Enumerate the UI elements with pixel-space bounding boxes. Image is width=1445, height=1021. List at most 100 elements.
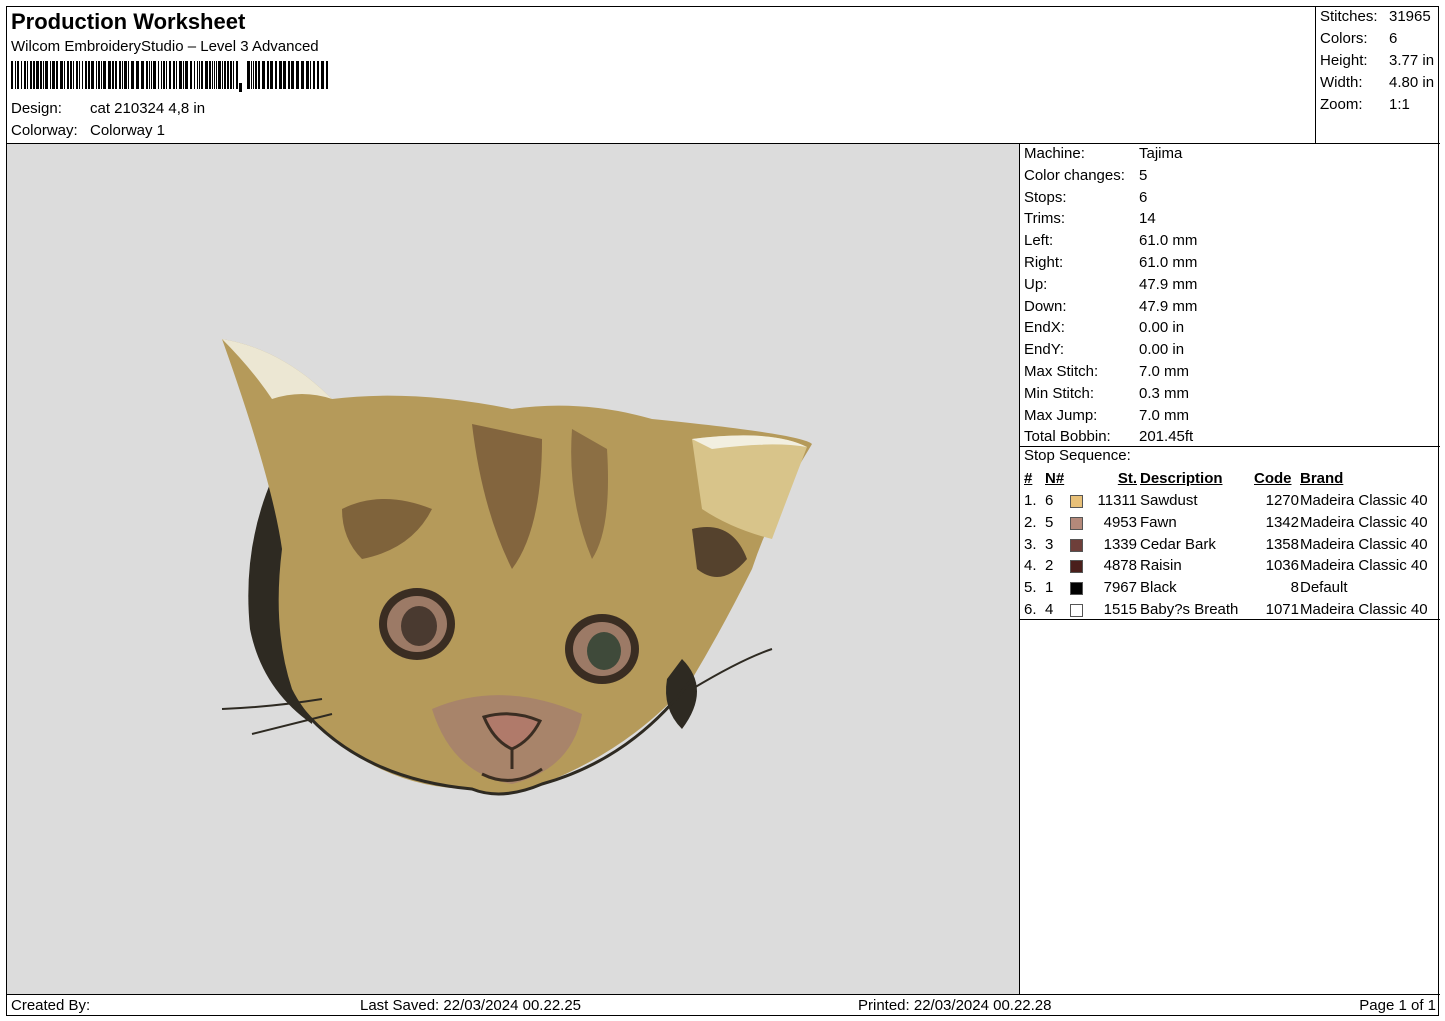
worksheet-footer: Created By: Last Saved: 22/03/2024 00.22… xyxy=(7,994,1440,1017)
detail-label: EndX: xyxy=(1024,319,1065,337)
color-swatch xyxy=(1070,582,1083,596)
detail-row: Max Jump: 7.0 mm xyxy=(1024,407,1189,424)
row-needle: 1 xyxy=(1045,579,1054,597)
summary-value: 4.80 in xyxy=(1389,74,1435,91)
header-n: N# xyxy=(1045,470,1065,487)
row-code: 1036 xyxy=(1265,557,1299,575)
detail-row: Up: 47.9 mm xyxy=(1024,276,1197,293)
created-by: Created By: xyxy=(11,997,91,1014)
row-needle: 6 xyxy=(1045,492,1054,509)
row-description: Black xyxy=(1140,579,1177,597)
row-code: 1071 xyxy=(1265,601,1299,618)
row-description: Sawdust xyxy=(1140,492,1198,509)
detail-value: 0.3 mm xyxy=(1139,384,1190,402)
row-brand: Madeira Classic 40 xyxy=(1300,535,1428,553)
row-needle: 3 xyxy=(1045,535,1054,553)
summary-row: Height: 3.77 in xyxy=(1320,52,1434,69)
header-num: # xyxy=(1024,470,1033,487)
summary-label: Zoom: xyxy=(1320,96,1363,113)
row-stitches: 4878 xyxy=(1103,557,1137,575)
detail-label: Min Stitch: xyxy=(1024,384,1095,402)
summary-value: 31965 xyxy=(1389,8,1431,25)
detail-label: Max Stitch: xyxy=(1024,363,1099,380)
stop-sequence-title: Stop Sequence: xyxy=(1024,447,1131,464)
design-value: cat 210324 4,8 in xyxy=(90,100,206,117)
worksheet-header: Production Worksheet Wilcom EmbroiderySt… xyxy=(7,7,1440,144)
page-number: Page 1 of 1 xyxy=(1359,997,1436,1014)
header-code: Code xyxy=(1254,470,1292,487)
row-description: Baby?s Breath xyxy=(1140,601,1239,618)
detail-label: Max Jump: xyxy=(1024,406,1098,424)
row-stitches: 1515 xyxy=(1103,601,1137,618)
detail-label: Machine: xyxy=(1024,145,1085,162)
detail-label: Down: xyxy=(1024,297,1067,315)
divider xyxy=(1020,619,1440,620)
detail-row: Machine: Tajima xyxy=(1024,145,1182,162)
printed-date: Printed: 22/03/2024 00.22.28 xyxy=(858,997,1052,1014)
row-needle: 2 xyxy=(1045,557,1054,575)
software-name: Wilcom EmbroideryStudio – Level 3 Advanc… xyxy=(11,38,319,55)
detail-value: 5 xyxy=(1139,166,1148,184)
row-brand: Madeira Classic 40 xyxy=(1300,601,1428,618)
detail-label: EndY: xyxy=(1024,341,1065,359)
summary-label: Width: xyxy=(1320,74,1363,91)
detail-label: Right: xyxy=(1024,254,1064,271)
detail-label: Trims: xyxy=(1024,210,1066,228)
summary-box: Stitches: 31965 Colors: 6 Height: 3.77 in W… xyxy=(1315,7,1440,143)
summary-row: Zoom: 1:1 xyxy=(1320,96,1410,113)
header-brand: Brand xyxy=(1300,470,1344,487)
detail-label: Left: xyxy=(1024,232,1054,250)
color-swatch xyxy=(1070,604,1083,617)
colorway-row: Colorway: Colorway 1 xyxy=(11,122,165,139)
detail-value: 201.45ft xyxy=(1139,428,1194,446)
row-brand: Madeira Classic 40 xyxy=(1300,513,1428,531)
barcode xyxy=(11,61,328,92)
detail-label: Total Bobbin: xyxy=(1024,428,1111,446)
row-stitches: 4953 xyxy=(1103,513,1137,531)
header-description: Description xyxy=(1140,470,1223,487)
row-needle: 5 xyxy=(1045,513,1054,531)
detail-row: Max Stitch: 7.0 mm xyxy=(1024,363,1189,380)
details-panel: Machine: Tajima Color changes: 5 Stops: 6 Trim… xyxy=(1020,144,1440,994)
summary-row: Colors: 6 xyxy=(1320,30,1397,47)
header-stitches: St. xyxy=(1117,470,1137,487)
detail-row: Left: 61.0 mm xyxy=(1024,232,1197,249)
detail-value: 7.0 mm xyxy=(1139,406,1190,424)
detail-label: Up: xyxy=(1024,275,1048,293)
design-label: Design: xyxy=(11,100,62,117)
row-num: 4. xyxy=(1024,557,1037,575)
row-num: 6. xyxy=(1024,601,1037,618)
colorway-value: Colorway 1 xyxy=(90,122,166,139)
page-title: Production Worksheet xyxy=(11,9,246,34)
color-swatch xyxy=(1070,495,1083,508)
row-code: 1342 xyxy=(1265,513,1299,531)
row-code: 8 xyxy=(1290,579,1299,597)
color-swatch xyxy=(1070,516,1083,530)
colorway-label: Colorway: xyxy=(11,122,78,139)
detail-value: 14 xyxy=(1139,210,1156,228)
row-stitches: 1339 xyxy=(1103,535,1137,553)
detail-label: Stops: xyxy=(1024,188,1067,206)
design-row: Design: cat 210324 4,8 in xyxy=(11,100,205,117)
summary-label: Stitches: xyxy=(1320,8,1378,25)
detail-value: 0.00 in xyxy=(1139,341,1185,359)
row-description: Raisin xyxy=(1140,557,1182,575)
row-num: 3. xyxy=(1024,535,1037,553)
detail-row: Total Bobbin: 201.45ft xyxy=(1024,428,1193,445)
summary-row: Width: 4.80 in xyxy=(1320,74,1434,91)
detail-row: Color changes: 5 xyxy=(1024,167,1147,184)
summary-value: 1:1 xyxy=(1389,96,1410,113)
summary-label: Colors: xyxy=(1320,30,1368,47)
detail-row: Down: 47.9 mm xyxy=(1024,298,1197,315)
detail-row: EndX: 0.00 in xyxy=(1024,319,1184,336)
row-code: 1358 xyxy=(1265,535,1299,553)
detail-value: 61.0 mm xyxy=(1139,254,1198,271)
color-swatch xyxy=(1070,560,1083,574)
worksheet: Production Worksheet Wilcom EmbroiderySt… xyxy=(6,6,1440,1017)
detail-row: Trims: 14 xyxy=(1024,210,1156,227)
detail-row: Right: 61.0 mm xyxy=(1024,254,1197,271)
row-brand: Madeira Classic 40 xyxy=(1300,492,1428,509)
row-stitches: 7967 xyxy=(1103,579,1137,597)
row-num: 2. xyxy=(1024,513,1037,531)
detail-label: Color changes: xyxy=(1024,166,1125,184)
